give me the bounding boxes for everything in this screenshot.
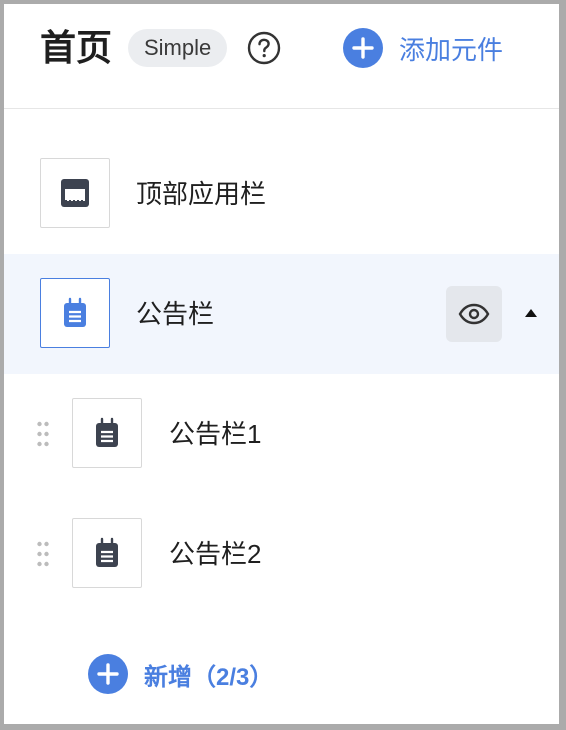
- component-thumbnail: [40, 278, 110, 348]
- add-child-button[interactable]: 新增（2/3）: [88, 654, 273, 694]
- plus-circle-icon: [343, 28, 383, 68]
- page-title: 首页: [40, 27, 113, 68]
- add-component-label: 添加元件: [399, 34, 504, 65]
- component-label: 顶部应用栏: [136, 179, 267, 209]
- caret-up-icon[interactable]: [524, 308, 538, 318]
- child-item-notice-2[interactable]: 公告栏2: [4, 494, 559, 614]
- drag-handle-icon[interactable]: [36, 420, 50, 448]
- notice-board-icon: [64, 297, 86, 327]
- component-label: 公告栏: [136, 299, 215, 329]
- plus-circle-icon: [88, 654, 128, 694]
- add-child-label: 新增（2/3）: [144, 663, 274, 691]
- mode-badge: Simple: [128, 29, 228, 67]
- drag-handle-icon[interactable]: [36, 540, 50, 568]
- add-component-button[interactable]: 添加元件: [343, 28, 503, 68]
- child-thumbnail: [72, 398, 142, 468]
- child-thumbnail: [72, 518, 142, 588]
- component-item-notice-board[interactable]: 公告栏: [4, 254, 559, 374]
- visibility-toggle-button[interactable]: [446, 286, 502, 342]
- child-label: 公告栏1: [169, 419, 262, 449]
- component-panel: 首页 Simple 添加元件 顶部应用栏 公告栏 公告栏1 公告栏2 新增（2/…: [4, 4, 559, 724]
- question-circle-icon[interactable]: [247, 31, 281, 65]
- panel-header: 首页 Simple 添加元件: [4, 4, 559, 109]
- eye-icon: [458, 303, 490, 325]
- notice-board-icon: [96, 537, 118, 567]
- child-item-notice-1[interactable]: 公告栏1: [4, 374, 559, 494]
- child-label: 公告栏2: [169, 539, 262, 569]
- notice-board-icon: [96, 417, 118, 447]
- app-bar-icon: [61, 179, 89, 207]
- component-item-app-bar[interactable]: 顶部应用栏: [4, 134, 559, 254]
- component-thumbnail: [40, 158, 110, 228]
